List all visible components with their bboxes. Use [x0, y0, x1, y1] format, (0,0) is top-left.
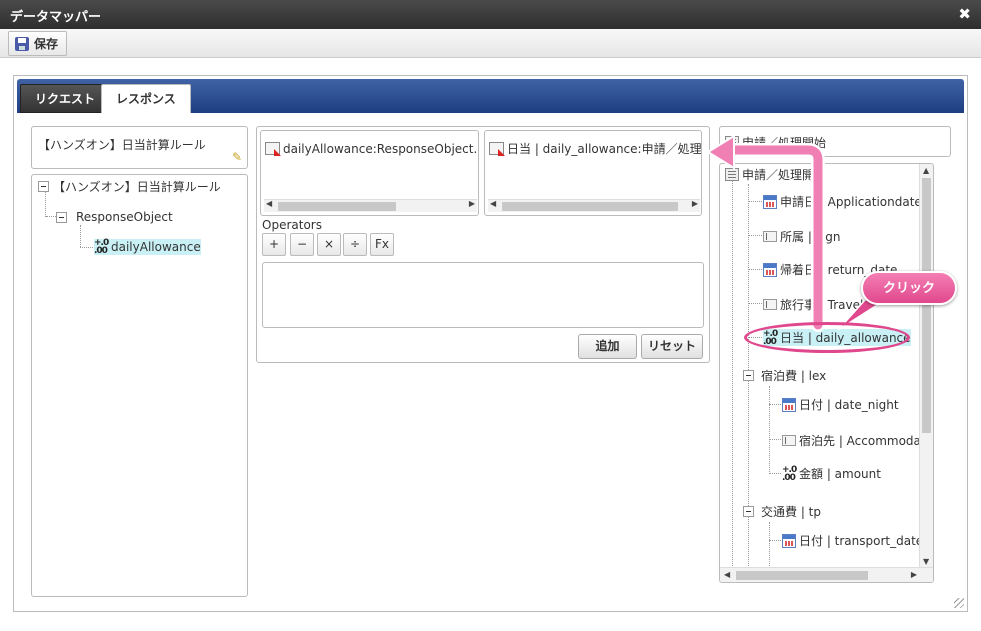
- calendar-icon: [782, 533, 796, 548]
- tab-response[interactable]: レスポンス: [101, 84, 191, 113]
- tree-node-accommodation[interactable]: 宿泊先 | Accommodati: [782, 432, 929, 449]
- operator-multiply-button[interactable]: ×: [317, 233, 341, 256]
- number-type-icon: +.0.00: [94, 238, 109, 256]
- target-field-text: dailyAllowance:ResponseObject.【ハ: [283, 142, 478, 156]
- source-field-text: 日当 | daily_allowance:申請／処理開始: [507, 142, 702, 156]
- tab-request[interactable]: リクエスト: [20, 84, 111, 113]
- collapse-icon[interactable]: [743, 370, 754, 381]
- window-title: データマッパー: [10, 10, 102, 25]
- field-type-icon: [489, 142, 504, 155]
- tree-node-amount[interactable]: +.0.00 金額 | amount: [782, 465, 881, 482]
- selection-highlight-ring: [744, 322, 910, 353]
- operator-divide-button[interactable]: ÷: [343, 233, 367, 256]
- field-type-icon: [265, 142, 280, 155]
- operator-plus-button[interactable]: +: [262, 233, 286, 256]
- operators-label: Operators: [262, 218, 322, 232]
- save-button[interactable]: 保存: [8, 31, 68, 56]
- add-button[interactable]: 追加: [578, 334, 637, 359]
- target-hscrollbar[interactable]: ◀ ▶: [264, 199, 477, 212]
- operator-function-button[interactable]: Fx: [370, 233, 394, 256]
- source-field-box[interactable]: 日当 | daily_allowance:申請／処理開始 ◀ ▶: [484, 130, 702, 216]
- left-title-panel: 【ハンズオン】日当計算ルール ✎: [31, 126, 248, 169]
- resize-grip-icon[interactable]: [954, 598, 964, 608]
- edit-pencil-icon[interactable]: ✎: [232, 150, 242, 164]
- tree-daily-allowance-label: dailyAllowance: [111, 240, 201, 254]
- reset-button[interactable]: リセット: [641, 334, 703, 359]
- tree-root-label: 【ハンズオン】日当計算ルール: [53, 180, 221, 194]
- calendar-icon: [763, 262, 777, 277]
- tree-response-object[interactable]: ResponseObject: [56, 210, 173, 224]
- left-title: 【ハンズオン】日当計算ルール: [38, 138, 206, 152]
- number-type-icon: +.0.00: [782, 464, 797, 483]
- source-hscrollbar[interactable]: ◀ ▶: [488, 199, 700, 212]
- tree-node-sign[interactable]: 所属 | sign: [763, 228, 840, 245]
- right-title: 申請／処理開始: [742, 136, 827, 150]
- window-titlebar: データマッパー ✖: [0, 0, 981, 29]
- collapse-icon[interactable]: [56, 211, 67, 223]
- object-icon: [725, 168, 739, 181]
- tree-node-date-night[interactable]: 日付 | date_night: [782, 396, 899, 413]
- right-tree-panel: 申請／処理開 申請日 | Applicationdate 所属 | sign 帰…: [719, 163, 934, 583]
- click-annotation-balloon: クリック: [861, 271, 957, 305]
- tab-bar: リクエスト レスポンス: [17, 79, 964, 113]
- tree-node-apply-start[interactable]: 申請／処理開: [725, 166, 814, 183]
- string-type-icon: [763, 299, 777, 310]
- save-button-label: 保存: [34, 37, 59, 51]
- tree-daily-allowance[interactable]: +.0.00 dailyAllowance: [94, 238, 201, 256]
- tree-response-object-label: ResponseObject: [76, 210, 173, 224]
- collapse-icon[interactable]: [743, 506, 754, 517]
- tree-node-travel[interactable]: 旅行事 | Travel: [763, 296, 863, 313]
- tree-node-application-date[interactable]: 申請日 | Applicationdate: [763, 193, 922, 210]
- tree-root[interactable]: 【ハンズオン】日当計算ルール: [38, 178, 221, 195]
- right-tree-vscrollbar[interactable]: ▲ ▼: [919, 164, 933, 568]
- right-title-panel: 申請／処理開始: [719, 126, 951, 157]
- string-type-icon: [782, 435, 796, 446]
- toolbar: 保存: [0, 29, 981, 58]
- tree-node-transport-date[interactable]: 日付 | transport_date: [782, 532, 923, 549]
- close-icon[interactable]: ✖: [958, 5, 971, 23]
- right-tree-hscrollbar[interactable]: ◀ ▶: [720, 567, 933, 582]
- calendar-icon: [782, 397, 796, 412]
- tree-node-transport[interactable]: 交通費 | tp: [743, 503, 821, 520]
- tree-node-lodging[interactable]: 宿泊費 | lex: [743, 367, 826, 384]
- object-icon: [725, 136, 739, 149]
- collapse-icon[interactable]: [38, 181, 49, 192]
- operator-minus-button[interactable]: −: [290, 233, 314, 256]
- save-disk-icon: [15, 36, 29, 51]
- string-type-icon: [763, 231, 777, 242]
- target-field-box[interactable]: dailyAllowance:ResponseObject.【ハ ◀ ▶: [260, 130, 479, 216]
- expression-textarea[interactable]: [262, 262, 704, 328]
- calendar-icon: [763, 194, 777, 209]
- left-tree-panel: 【ハンズオン】日当計算ルール ResponseObject +.0.00 dai…: [31, 174, 248, 597]
